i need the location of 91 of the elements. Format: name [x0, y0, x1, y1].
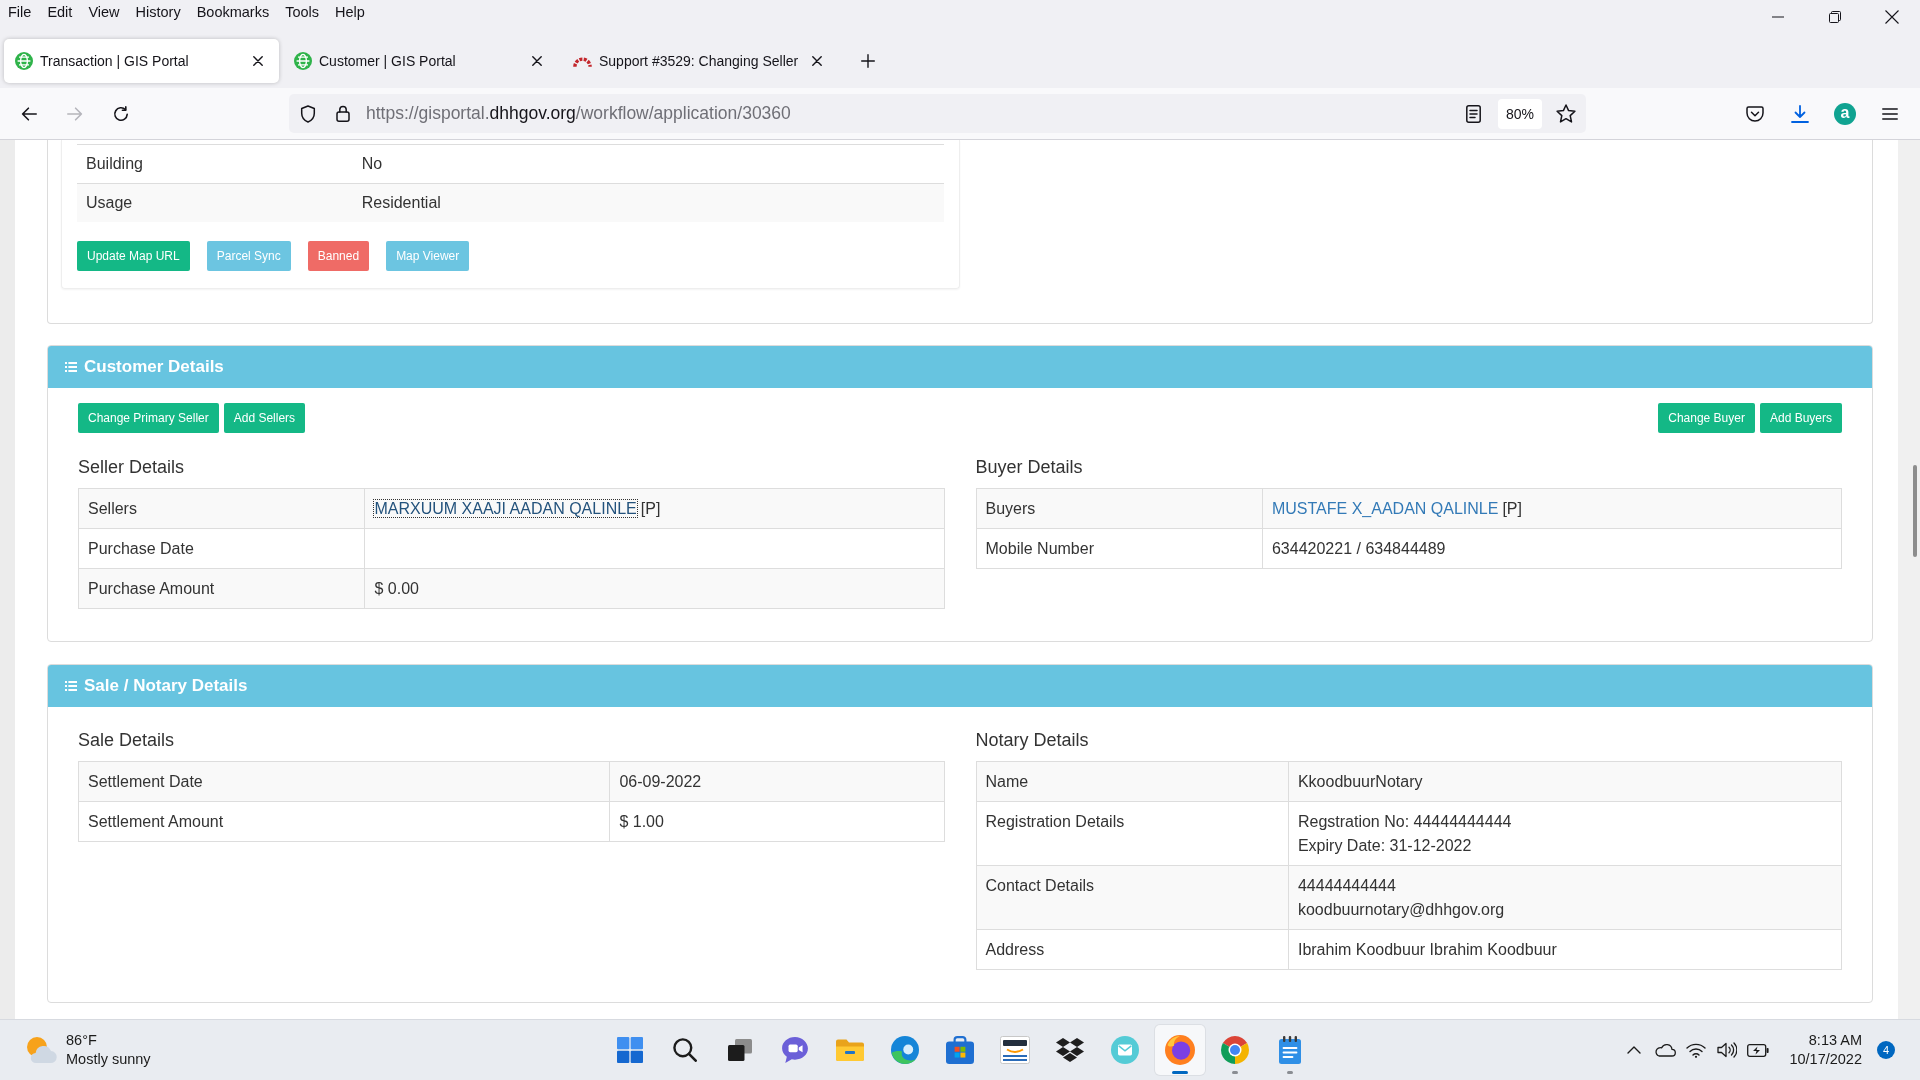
menu-item[interactable]: History [127, 0, 189, 34]
close-icon[interactable] [811, 56, 822, 66]
primary-tag: [P] [1502, 499, 1522, 517]
battery-icon[interactable] [1747, 1043, 1770, 1057]
menu-icon[interactable] [1882, 107, 1898, 120]
menu-item[interactable]: Bookmarks [188, 0, 278, 34]
field-label: Mobile Number [976, 528, 1263, 569]
globe-icon [15, 52, 33, 70]
minimize-icon[interactable] [1771, 16, 1784, 18]
field-value-line: Regstration No: 44444444444 [1297, 811, 1513, 832]
globe-icon [294, 52, 312, 70]
list-icon [65, 681, 77, 691]
weather-temperature: 86°F [66, 1031, 98, 1050]
field-value: Residential [352, 183, 944, 222]
menu-item[interactable]: View [80, 0, 128, 34]
field-value: Ibrahim Koodbuur Ibrahim Koodbuur [1288, 929, 1842, 970]
field-label: Settlement Date [78, 761, 610, 802]
wifi-icon[interactable] [1686, 1042, 1707, 1058]
reload-icon[interactable] [113, 105, 129, 122]
field-label: Registration Details [976, 801, 1289, 866]
section-title: Sale / Notary Details [84, 675, 248, 697]
browser-tab[interactable]: Transaction | GIS Portal [4, 39, 279, 83]
folder-icon [836, 1039, 864, 1061]
menu-item[interactable]: File [0, 0, 40, 34]
four-squares-icon [617, 1037, 643, 1063]
field-label: Settlement Amount [78, 801, 610, 842]
field-label: Contact Details [976, 865, 1289, 930]
section-title: Customer Details [84, 356, 224, 378]
menu-item[interactable]: Tools [277, 0, 328, 34]
clock-date[interactable]: 10/17/2022 [1789, 1050, 1862, 1069]
star-icon[interactable] [1556, 104, 1576, 123]
back-arrow-icon[interactable] [21, 106, 37, 121]
field-label: Address [976, 929, 1289, 970]
browser-tab[interactable]: Customer | GIS Portal [283, 39, 558, 83]
shield-icon[interactable] [300, 104, 316, 123]
notepad-icon [1278, 1036, 1302, 1064]
video-bubble-icon [781, 1036, 809, 1064]
close-icon[interactable] [1884, 10, 1899, 24]
notification-badge[interactable]: 4 [1877, 1041, 1895, 1059]
primary-tag: [P] [640, 499, 661, 517]
field-value: KkoodbuurNotary [1288, 761, 1842, 802]
field-label: Purchase Date [78, 528, 365, 569]
zoom-level-button[interactable]: 80% [1497, 98, 1542, 129]
scrollbar-thumb[interactable] [1913, 465, 1917, 557]
url-text: https://gisportal.dhhgov.org/workflow/application/30360 [366, 102, 791, 126]
arc-icon [573, 55, 592, 67]
shopping-bag-icon [946, 1036, 974, 1064]
name-link[interactable]: MUSTAFE X_AADAN QALINLE [1271, 499, 1499, 517]
address-bar[interactable]: https://gisportal.dhhgov.org/workflow/application/30360 80% [289, 94, 1586, 133]
field-label: Name [976, 761, 1289, 802]
swirl-globe-icon [891, 1036, 919, 1064]
browser-tab[interactable]: Support #3529: Changing Seller [562, 39, 837, 83]
tricolor-circle-icon [1221, 1036, 1249, 1064]
field-value: 06-09-2022 [609, 761, 944, 802]
close-icon[interactable] [253, 56, 263, 66]
document-icon[interactable] [1465, 104, 1481, 123]
menu-item[interactable]: Help [327, 0, 373, 34]
field-label: Purchase Amount [78, 568, 365, 609]
field-value: $ 0.00 [364, 568, 944, 609]
field-label: Sellers [78, 488, 365, 529]
download-icon[interactable] [1791, 104, 1809, 123]
chevron-up-icon[interactable] [1627, 1046, 1642, 1054]
shopping-tile-icon [1000, 1036, 1030, 1064]
overlapping-squares-icon [728, 1039, 752, 1061]
column-heading: Buyer Details [975, 456, 1084, 478]
stacked-diamonds-icon [1056, 1038, 1084, 1062]
menu-item[interactable]: Edit [39, 0, 81, 34]
field-value: $ 1.00 [609, 801, 944, 842]
close-icon[interactable] [532, 56, 542, 66]
cloud-icon[interactable] [1654, 1043, 1677, 1057]
field-value: 634420221 / 634844489 [1262, 528, 1842, 569]
column-heading: Notary Details [975, 729, 1090, 751]
name-link[interactable]: MARXUUM XAAJI AADAN QALINLE [374, 499, 637, 517]
restore-icon[interactable] [1828, 11, 1841, 23]
field-value-line: koodbuurnotary@dhhgov.org [1297, 899, 1506, 920]
lock-icon[interactable] [336, 105, 350, 122]
field-label: Buyers [976, 488, 1263, 529]
plus-icon[interactable] [861, 54, 875, 68]
search-icon [673, 1038, 697, 1062]
chevron-tray-icon[interactable] [1746, 105, 1764, 122]
column-heading: Seller Details [78, 456, 186, 478]
clock-time[interactable]: 8:13 AM [1789, 1031, 1862, 1050]
flame-globe-icon [1165, 1035, 1195, 1065]
field-label: Usage [77, 183, 353, 222]
column-heading: Sale Details [78, 729, 176, 751]
speaker-icon[interactable] [1717, 1042, 1738, 1058]
envelope-icon [1111, 1036, 1139, 1064]
field-value-line: 44444444444 [1297, 875, 1397, 896]
field-value-line: Expiry Date: 31-12-2022 [1297, 835, 1473, 856]
weather-condition: Mostly sunny [66, 1050, 151, 1069]
list-icon [65, 362, 77, 372]
